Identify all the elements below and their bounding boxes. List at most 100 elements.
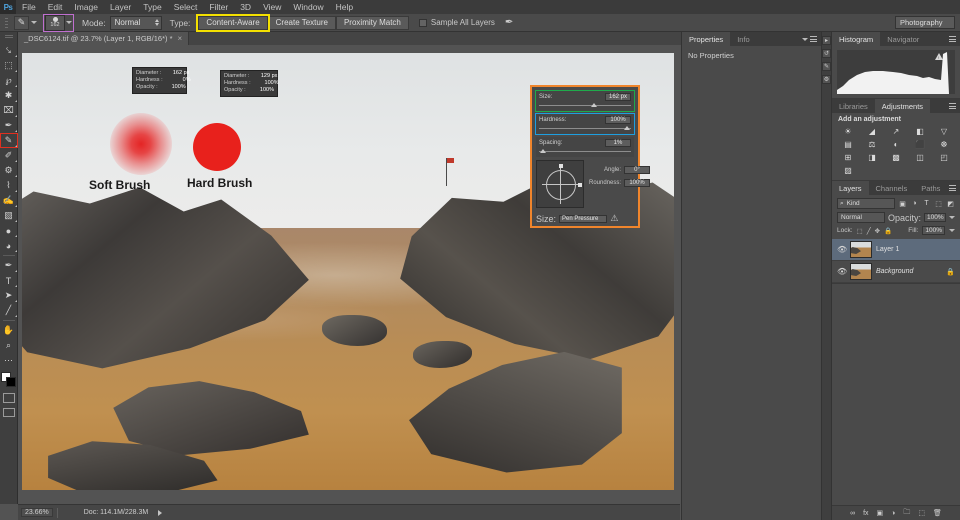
workspace-selector[interactable]: Photography bbox=[895, 16, 955, 29]
checkbox-box[interactable] bbox=[418, 18, 427, 27]
vibrance-icon[interactable]: ▽ bbox=[939, 126, 950, 136]
invert-icon[interactable]: ◨ bbox=[867, 152, 878, 162]
layer-thumbnail[interactable] bbox=[850, 241, 872, 258]
menu-select[interactable]: Select bbox=[168, 0, 204, 14]
new-layer-icon[interactable]: ⬚ bbox=[918, 509, 925, 517]
layer-name[interactable]: Background bbox=[876, 268, 942, 275]
eraser-tool[interactable]: ✍ bbox=[0, 193, 18, 208]
color-swatches[interactable] bbox=[0, 371, 18, 389]
close-icon[interactable]: × bbox=[178, 34, 183, 43]
fill-chevron-icon[interactable] bbox=[949, 229, 955, 232]
history-brush-tool[interactable]: ⌇ bbox=[0, 178, 18, 193]
filter-type-layers-icon[interactable]: T bbox=[922, 199, 931, 208]
menu-layer[interactable]: Layer bbox=[104, 0, 137, 14]
posterize-icon[interactable]: ▩ bbox=[891, 152, 902, 162]
dial-handle-right[interactable] bbox=[578, 183, 582, 187]
brush-angle-dial[interactable] bbox=[536, 160, 584, 208]
photo-filter-icon[interactable]: ⬛ bbox=[915, 139, 926, 149]
tab-adjustments[interactable]: Adjustments bbox=[874, 99, 931, 113]
blend-mode-select[interactable]: Normal bbox=[837, 212, 885, 223]
collapse-dock-icon[interactable]: ▸ bbox=[822, 36, 831, 45]
move-tool[interactable]: ⤥ bbox=[0, 43, 18, 58]
brush-size-picker[interactable]: 162 bbox=[43, 13, 74, 32]
tool-preset-picker[interactable]: ✎ bbox=[10, 15, 41, 30]
history-panel-icon[interactable]: ↺ bbox=[822, 49, 831, 58]
brush-preview[interactable]: 162 bbox=[45, 14, 65, 31]
tab-channels[interactable]: Channels bbox=[869, 181, 915, 195]
panel-menu-icon[interactable] bbox=[810, 36, 817, 42]
tablet-pressure-icon[interactable]: ✒ bbox=[505, 17, 513, 28]
delete-layer-icon[interactable]: 🗑 bbox=[933, 509, 942, 517]
menu-help[interactable]: Help bbox=[330, 0, 359, 14]
slider-thumb[interactable] bbox=[623, 126, 630, 130]
quick-selection-tool[interactable]: ✱ bbox=[0, 88, 18, 103]
color-lookup-icon[interactable]: ⊞ bbox=[843, 152, 854, 162]
panel-menu-icon[interactable] bbox=[949, 185, 956, 191]
dodge-tool[interactable]: ◕ bbox=[0, 238, 18, 253]
menu-file[interactable]: File bbox=[16, 0, 42, 14]
filter-adjustment-layers-icon[interactable]: ◑ bbox=[910, 199, 919, 208]
mode-stepper-icon[interactable] bbox=[154, 19, 159, 26]
layer-name[interactable]: Layer 1 bbox=[876, 246, 955, 253]
clone-source-panel-icon[interactable]: ⚙ bbox=[822, 75, 831, 84]
eyedropper-tool[interactable]: ✒ bbox=[0, 118, 18, 133]
filter-pixel-layers-icon[interactable]: ▣ bbox=[898, 199, 907, 208]
slider-thumb[interactable] bbox=[539, 149, 546, 153]
curves-icon[interactable]: ↗ bbox=[891, 126, 902, 136]
brush-hardness-field[interactable]: 100% bbox=[605, 116, 631, 124]
clone-stamp-tool[interactable]: ⚙ bbox=[0, 163, 18, 178]
brush-picker-chevron-icon[interactable] bbox=[66, 21, 72, 24]
levels-icon[interactable]: ◢ bbox=[867, 126, 878, 136]
hand-tool[interactable]: ✋ bbox=[0, 323, 18, 338]
lock-image-pixels-icon[interactable]: ╱ bbox=[867, 227, 871, 235]
proximity-match-button[interactable]: Proximity Match bbox=[335, 15, 409, 30]
properties-panel-menu[interactable] bbox=[802, 32, 821, 46]
rectangular-marquee-tool[interactable]: ⬚ bbox=[0, 58, 18, 73]
menu-type[interactable]: Type bbox=[137, 0, 167, 14]
opacity-field[interactable]: 100% bbox=[924, 213, 946, 222]
opacity-chevron-icon[interactable] bbox=[949, 216, 955, 219]
brush-size-slider[interactable] bbox=[539, 103, 631, 109]
tab-info[interactable]: Info bbox=[730, 32, 757, 46]
spot-healing-brush-tool[interactable]: ✐ bbox=[0, 148, 18, 163]
tab-histogram[interactable]: Histogram bbox=[832, 32, 881, 46]
panel-collapse-icon[interactable] bbox=[802, 37, 808, 41]
gradient-tool[interactable]: ▧ bbox=[0, 208, 18, 223]
content-aware-button[interactable]: Content-Aware bbox=[196, 13, 270, 32]
menu-view[interactable]: View bbox=[257, 0, 287, 14]
menu-window[interactable]: Window bbox=[287, 0, 329, 14]
exposure-icon[interactable]: ◧ bbox=[915, 126, 926, 136]
quick-mask-mode-icon[interactable] bbox=[2, 393, 15, 403]
brush-spacing-field[interactable]: 1% bbox=[605, 139, 631, 147]
histogram-panel-menu[interactable] bbox=[949, 32, 960, 46]
dial-handle-top[interactable] bbox=[559, 164, 563, 168]
lock-transparent-pixels-icon[interactable]: ⬚ bbox=[857, 227, 863, 235]
tab-layers[interactable]: Layers bbox=[832, 181, 869, 195]
create-texture-button[interactable]: Create Texture bbox=[267, 15, 336, 30]
zoom-tool[interactable]: ⌕ bbox=[0, 338, 18, 353]
brush-angle-field[interactable]: 0° bbox=[624, 166, 651, 174]
fill-field[interactable]: 100% bbox=[922, 226, 945, 235]
brush-size-row[interactable]: Size: 162 px bbox=[535, 90, 635, 112]
pen-pressure-select[interactable]: Pen Pressure bbox=[559, 214, 608, 223]
histogram-warning-icon[interactable] bbox=[935, 53, 943, 60]
brush-hardness-row[interactable]: Hardness: 100% bbox=[535, 113, 635, 135]
brush-panel-icon[interactable]: ✎ bbox=[822, 62, 831, 71]
brush-settings-panel[interactable]: Size: 162 px Hardness: 100% Spacing: 1% … bbox=[530, 85, 651, 228]
options-bar-grip[interactable] bbox=[3, 14, 10, 32]
chevron-down-icon[interactable] bbox=[31, 21, 37, 24]
screen-mode-icon[interactable] bbox=[2, 408, 15, 417]
new-group-icon[interactable]: 🗀 bbox=[903, 508, 910, 519]
tools-panel-grip[interactable] bbox=[4, 35, 14, 41]
panel-menu-icon[interactable] bbox=[949, 36, 956, 42]
mode-select[interactable]: Normal bbox=[109, 15, 162, 30]
layer-visibility-icon[interactable]: 👁 bbox=[837, 267, 847, 276]
adjustments-panel-menu[interactable] bbox=[949, 99, 960, 113]
menu-3d[interactable]: 3D bbox=[234, 0, 257, 14]
layer-thumbnail[interactable] bbox=[850, 263, 872, 280]
brush-roundness-field[interactable]: 100% bbox=[624, 179, 651, 187]
layer-row-background[interactable]: 👁 Background 🔒 bbox=[832, 261, 960, 283]
path-selection-tool[interactable]: ➤ bbox=[0, 288, 18, 303]
brush-size-field[interactable]: 162 px bbox=[604, 93, 631, 101]
selective-color-icon[interactable]: ◰ bbox=[939, 152, 950, 162]
